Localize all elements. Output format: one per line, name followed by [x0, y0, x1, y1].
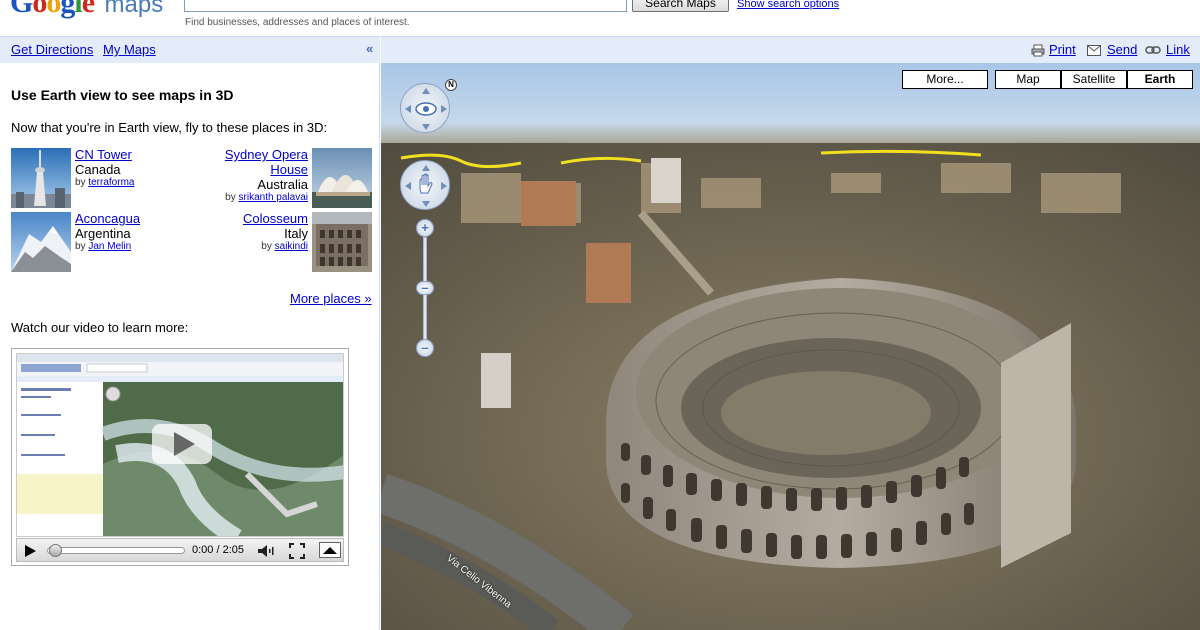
print-link[interactable]: Print [1049, 42, 1076, 57]
fullscreen-icon[interactable] [289, 543, 305, 559]
panel-bar: Get Directions My Maps « [0, 36, 380, 63]
map-type-map[interactable]: Map [995, 70, 1061, 89]
print-icon[interactable] [1031, 44, 1045, 57]
send-link[interactable]: Send [1107, 42, 1137, 57]
collapse-panel-button[interactable]: « [366, 41, 373, 56]
volume-icon[interactable] [257, 544, 275, 558]
left-panel: Use Earth view to see maps in 3D Now tha… [0, 63, 380, 630]
up-arrow-icon [323, 547, 337, 554]
show-search-options-link[interactable]: Show search options [737, 0, 839, 10]
search-hint: Find businesses, addresses and places of… [185, 17, 410, 28]
place-sydney-opera-house: Sydney Opera House Australia by srikanth… [192, 147, 372, 208]
menu-button[interactable] [319, 542, 341, 558]
zoom-out-button[interactable]: – [416, 339, 434, 357]
zoom-control: + – – [416, 219, 434, 359]
my-maps-link[interactable]: My Maps [103, 42, 156, 57]
map-toolbar: Print Send Link [381, 36, 1200, 63]
sydney-opera-house-thumbnail[interactable] [312, 148, 372, 208]
place-aconcagua: Aconcagua Argentina by Jan Melin [11, 211, 191, 272]
place-country: Canada [75, 162, 121, 177]
map-type-satellite[interactable]: Satellite [1061, 70, 1127, 89]
hand-icon [405, 165, 447, 207]
look-control[interactable] [400, 83, 450, 133]
by-prefix: by [75, 241, 86, 252]
eye-icon [405, 88, 447, 130]
google-maps-logo[interactable]: Google maps [10, 0, 164, 19]
earth-map-view[interactable]: Via Celio Vibenna N + – – More... Map Sa… [381, 63, 1200, 630]
map-type-earth[interactable]: Earth [1127, 70, 1193, 89]
video-time: 0:00 / 2:05 [192, 544, 244, 556]
logo-google: Google [10, 0, 95, 19]
author-link[interactable]: Jan Melin [88, 241, 131, 252]
zoom-slider-handle[interactable]: – [416, 281, 434, 295]
place-name-link[interactable]: Colosseum [243, 211, 308, 226]
video-progress-bar[interactable] [47, 547, 185, 554]
search-maps-button[interactable]: Search Maps [632, 0, 729, 12]
zoom-in-button[interactable]: + [416, 219, 434, 237]
author-link[interactable]: terraforma [88, 177, 134, 188]
place-name-link[interactable]: CN Tower [75, 147, 134, 162]
get-directions-link[interactable]: Get Directions [11, 42, 93, 57]
panel-intro: Now that you're in Earth view, fly to th… [11, 120, 328, 135]
by-prefix: by [261, 241, 272, 252]
place-colosseum: Colosseum Italy by saikindi [192, 211, 372, 272]
play-icon[interactable] [23, 544, 37, 558]
author-link[interactable]: srikanth palavai [239, 192, 308, 203]
send-icon[interactable] [1087, 45, 1101, 56]
colosseum-thumbnail[interactable] [312, 212, 372, 272]
by-prefix: by [75, 177, 86, 188]
by-prefix: by [225, 192, 236, 203]
place-cn-tower: CN Tower Canada by terraforma [11, 147, 191, 208]
move-control[interactable] [400, 160, 450, 210]
place-country: Argentina [75, 226, 131, 241]
video-controls: 0:00 / 2:05 [16, 538, 344, 562]
more-layers-button[interactable]: More... [902, 70, 988, 89]
video-scrubber[interactable] [49, 544, 62, 557]
place-name-link[interactable]: Sydney Opera House [218, 147, 308, 177]
aconcagua-thumbnail[interactable] [11, 212, 71, 272]
panel-title: Use Earth view to see maps in 3D [11, 87, 234, 103]
compass-north[interactable]: N [445, 79, 457, 91]
header: Google maps Search Maps Show search opti… [0, 0, 1200, 36]
place-name-link[interactable]: Aconcagua [75, 211, 140, 226]
logo-maps: maps [104, 0, 164, 18]
place-country: Italy [284, 226, 308, 241]
author-link[interactable]: saikindi [275, 241, 308, 252]
video-player: 0:00 / 2:05 [11, 348, 349, 566]
video-label: Watch our video to learn more: [11, 320, 189, 335]
more-places-link[interactable]: More places » [290, 291, 372, 306]
place-country: Australia [257, 177, 308, 192]
link-link[interactable]: Link [1166, 42, 1190, 57]
colosseum-3d-scene [381, 143, 1200, 630]
search-input[interactable] [184, 0, 627, 12]
video-screen[interactable] [16, 353, 344, 537]
link-icon[interactable] [1145, 45, 1161, 55]
cn-tower-thumbnail[interactable] [11, 148, 71, 208]
